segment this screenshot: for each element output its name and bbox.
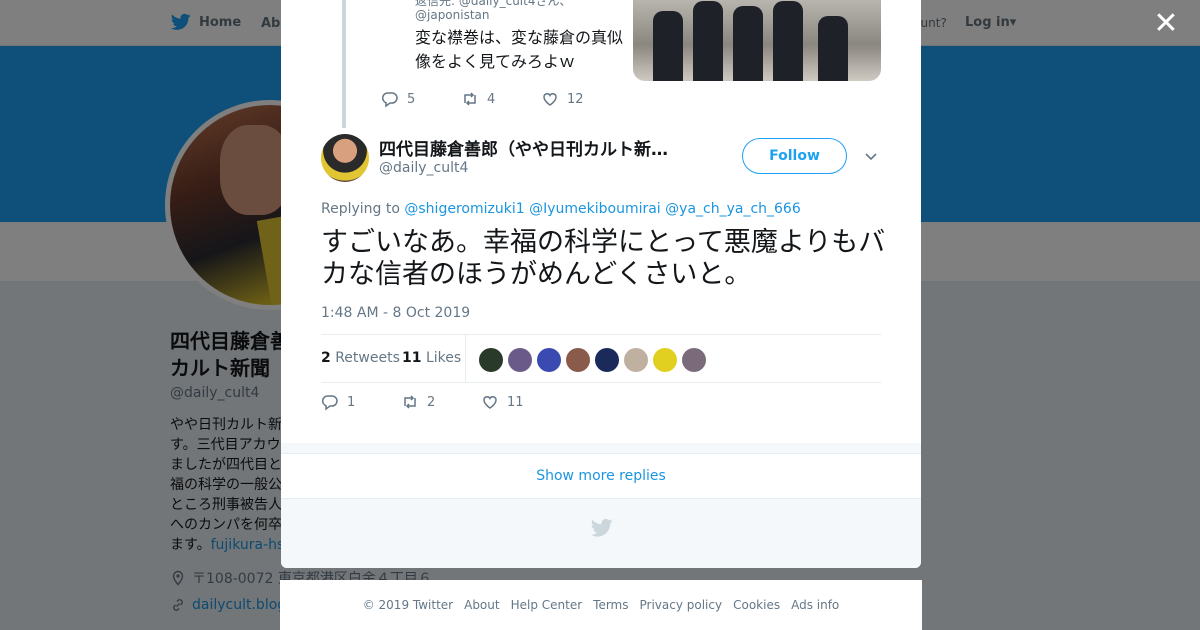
liker-avatar[interactable] — [653, 348, 677, 372]
previous-retweet-button[interactable]: 4 — [461, 90, 541, 108]
previous-like-count: 12 — [567, 91, 584, 107]
reply-button[interactable]: 1 — [321, 393, 401, 411]
previous-tweet-image[interactable] — [633, 0, 881, 81]
tweet-actions: 1 2 11 — [321, 393, 561, 411]
reply-icon — [321, 395, 338, 411]
show-more-replies-button[interactable]: Show more replies — [281, 453, 921, 499]
liker-avatar[interactable] — [682, 348, 706, 372]
likes-stat[interactable]: 11 Likes — [402, 350, 461, 366]
tweet-stats: 2 Retweets 11 Likes — [321, 334, 881, 383]
chevron-down-icon[interactable] — [863, 148, 879, 164]
previous-like-button[interactable]: 12 — [541, 90, 621, 108]
liker-avatar[interactable] — [508, 348, 532, 372]
liker-avatar[interactable] — [595, 348, 619, 372]
mention-link[interactable]: @shigeromizuki1 — [404, 201, 524, 217]
footer-cookies-link[interactable]: Cookies — [733, 598, 780, 612]
reply-count: 1 — [347, 394, 356, 410]
previous-reply-button[interactable]: 5 — [381, 90, 461, 108]
footer-ads-link[interactable]: Ads info — [791, 598, 839, 612]
retweets-stat-label: Retweets — [335, 350, 400, 366]
retweet-icon — [404, 395, 416, 409]
liker-avatar[interactable] — [479, 348, 503, 372]
author-handle[interactable]: @daily_cult4 — [379, 160, 468, 176]
tweet-modal: 返信先: @daily_cult4さん、@japonistan 変な襟巻は、変な… — [281, 0, 921, 568]
close-icon[interactable]: ✕ — [1152, 9, 1180, 39]
replying-to: Replying to @shigeromizuki1 @Iyumekiboum… — [321, 201, 801, 217]
liker-avatar[interactable] — [566, 348, 590, 372]
heart-icon — [483, 396, 497, 409]
heart-icon — [543, 93, 557, 106]
mention-link[interactable]: @ya_ch_ya_ch_666 — [665, 201, 801, 217]
previous-tweet-body: 変な襟巻は、変な藤倉の真似 像をよく見てみろよｗ — [415, 28, 624, 71]
replying-to-label: Replying to — [321, 201, 400, 217]
author-avatar[interactable] — [321, 134, 369, 182]
previous-tweet-actions: 5 4 12 — [381, 90, 621, 108]
footer-copyright: © 2019 Twitter — [362, 598, 454, 612]
footer-terms-link[interactable]: Terms — [593, 598, 628, 612]
author-name[interactable]: 四代目藤倉善郎（やや日刊カルト新… — [379, 135, 694, 160]
previous-retweet-count: 4 — [487, 91, 496, 107]
like-button[interactable]: 11 — [481, 393, 561, 411]
liker-avatar[interactable] — [537, 348, 561, 372]
thread-connector — [342, 0, 346, 128]
liker-avatar[interactable] — [624, 348, 648, 372]
tweet-text: すごいなあ。幸福の科学にとって悪魔よりもバカな信者のほうがめんどくさいと。 — [321, 227, 886, 290]
like-count: 11 — [507, 394, 524, 410]
follow-button[interactable]: Follow — [742, 138, 847, 174]
retweet-icon — [464, 92, 476, 106]
mention-link[interactable]: @Iyumekiboumirai — [529, 201, 661, 217]
footer-privacy-link[interactable]: Privacy policy — [640, 598, 723, 612]
previous-reply-to: 返信先: @daily_cult4さん、@japonistan — [415, 0, 572, 22]
retweets-stat[interactable]: 2 Retweets — [321, 350, 400, 366]
footer-help-link[interactable]: Help Center — [511, 598, 583, 612]
liker-avatars — [479, 348, 706, 372]
previous-tweet-text: 返信先: @daily_cult4さん、@japonistan 変な襟巻は、変な… — [415, 0, 630, 74]
likes-stat-count: 11 — [402, 350, 422, 366]
retweets-stat-count: 2 — [321, 350, 331, 366]
likes-stat-label: Likes — [425, 350, 462, 366]
footer: © 2019 Twitter About Help Center Terms P… — [280, 580, 922, 630]
tweet-timestamp[interactable]: 1:48 AM - 8 Oct 2019 — [321, 305, 470, 321]
retweet-button[interactable]: 2 — [401, 393, 481, 411]
previous-reply-count: 5 — [407, 91, 416, 107]
twitter-bird-icon — [591, 518, 613, 537]
footer-about-link[interactable]: About — [464, 598, 499, 612]
retweet-count: 2 — [427, 394, 436, 410]
reply-icon — [381, 92, 398, 108]
